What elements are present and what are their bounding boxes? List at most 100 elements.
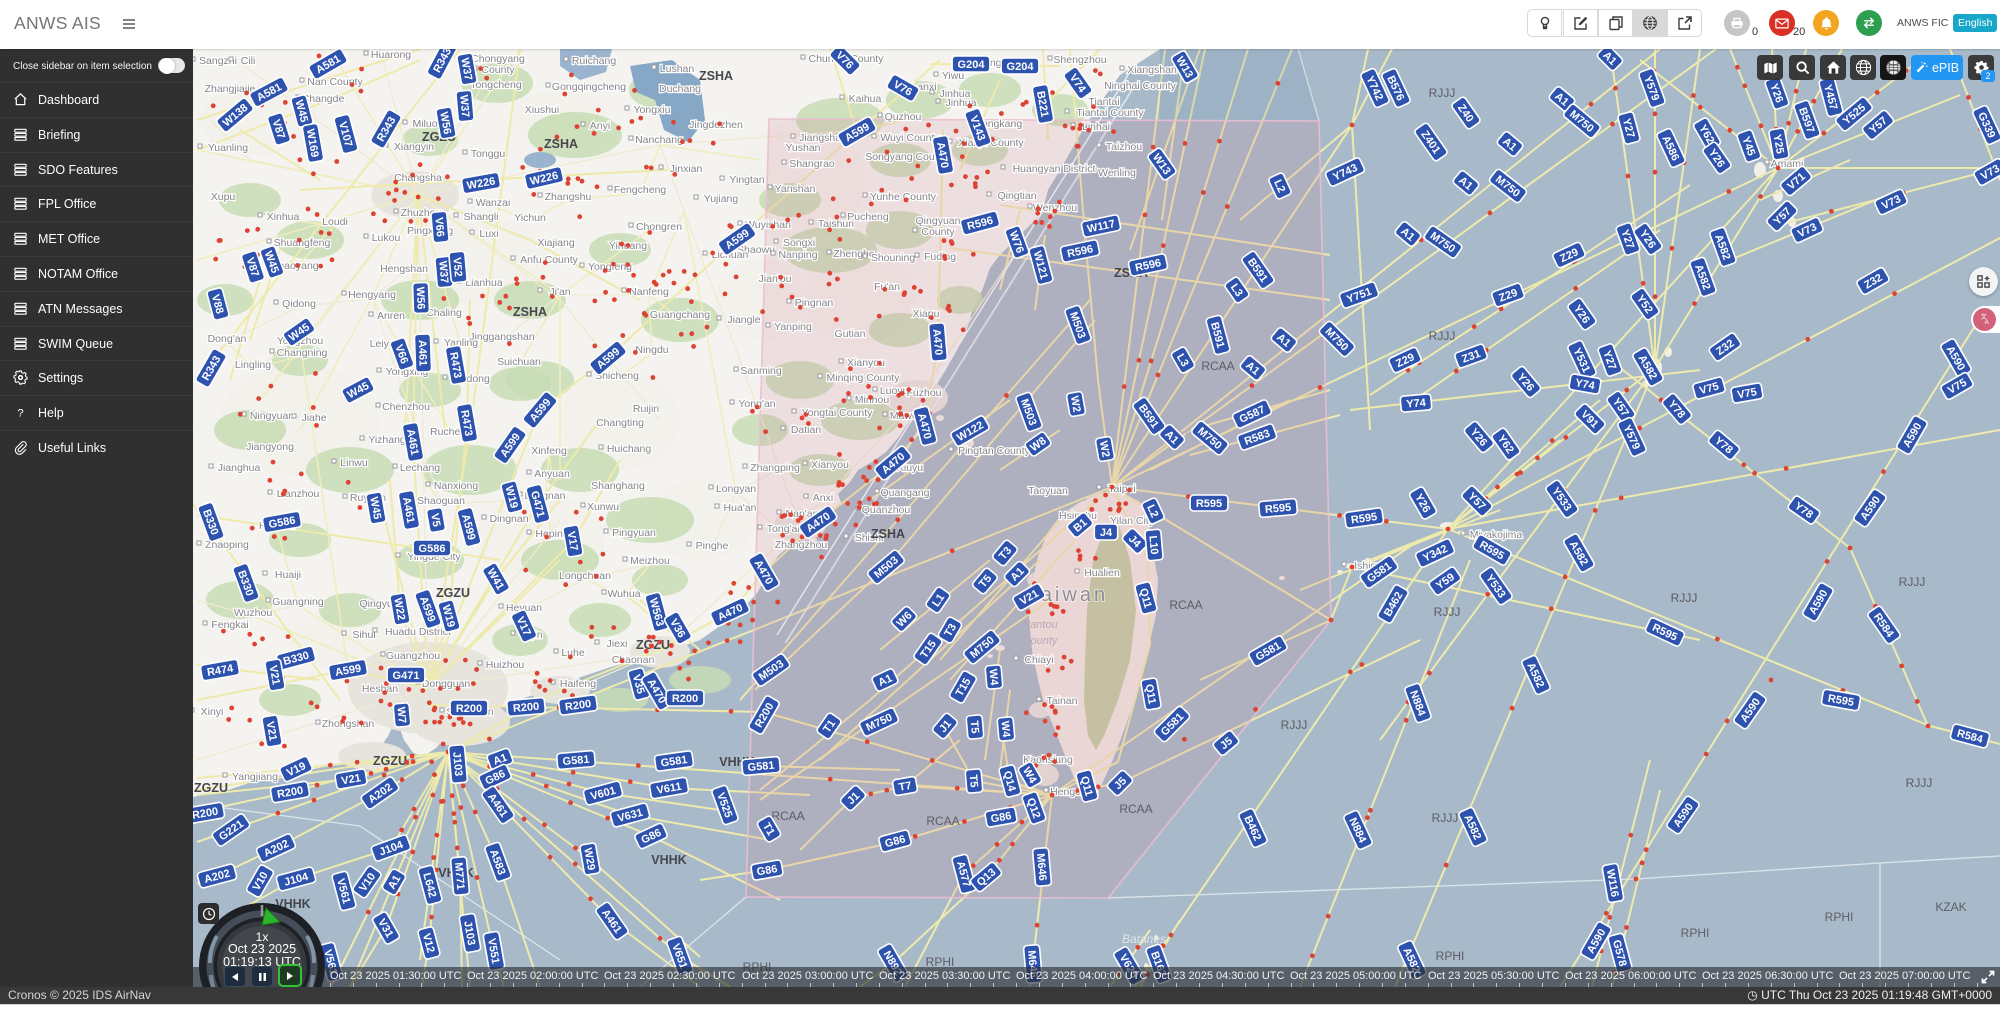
svg-text:Gutian: Gutian (835, 328, 866, 340)
svg-text:ZSHA: ZSHA (544, 137, 578, 151)
svg-text:Hua'an: Hua'an (724, 502, 757, 514)
svg-text:Fuzhou: Fuzhou (906, 387, 941, 399)
svg-text:Dongguan: Dongguan (422, 678, 471, 690)
svg-text:Heshan: Heshan (362, 683, 398, 695)
svg-text:Fengkai: Fengkai (211, 619, 248, 631)
svg-text:Wenling: Wenling (1098, 167, 1136, 179)
svg-text:Yongfeng: Yongfeng (588, 261, 632, 273)
svg-text:Linwu: Linwu (340, 457, 368, 469)
svg-text:Yuanling: Yuanling (208, 142, 248, 154)
svg-text:J103: J103 (450, 751, 464, 776)
svg-text:Xinhua: Xinhua (267, 211, 300, 223)
svg-text:Wuzhou: Wuzhou (234, 607, 272, 619)
svg-text:Cili: Cili (241, 55, 256, 67)
svg-text:Huizhou: Huizhou (486, 659, 525, 671)
svg-text:Tonggu: Tonggu (471, 148, 506, 160)
svg-text:Chenzhou: Chenzhou (382, 401, 430, 413)
svg-text:G204: G204 (1007, 61, 1035, 73)
svg-text:Shengzhou: Shengzhou (1053, 54, 1106, 66)
svg-text:Yanping: Yanping (774, 321, 812, 333)
svg-text:Jinhua: Jinhua (940, 88, 971, 100)
svg-text:Anyi: Anyi (590, 120, 610, 132)
svg-text:Chiayi: Chiayi (1024, 654, 1053, 666)
svg-text:A461: A461 (416, 340, 429, 367)
svg-text:T5: T5 (967, 774, 980, 788)
svg-text:M771: M771 (452, 862, 466, 890)
svg-text:Taoyuan: Taoyuan (1028, 485, 1068, 497)
svg-text:Zhenghe: Zhenghe (833, 248, 875, 260)
svg-text:Jianghua: Jianghua (218, 462, 261, 474)
svg-text:Jiangyong: Jiangyong (246, 441, 294, 453)
svg-text:Zhangping: Zhangping (750, 462, 800, 474)
svg-text:Longyan: Longyan (716, 483, 756, 495)
svg-text:Taishun: Taishun (818, 218, 854, 230)
svg-text:Ningyuan: Ningyuan (250, 410, 295, 422)
svg-text:Guangchang: Guangchang (650, 309, 710, 321)
svg-text:Pingtan County: Pingtan County (958, 445, 1031, 457)
svg-text:G586: G586 (419, 543, 446, 555)
svg-text:W37: W37 (457, 94, 471, 118)
svg-text:Haifeng: Haifeng (560, 678, 596, 690)
svg-text:Datian: Datian (791, 424, 822, 436)
svg-text:Yunhe County: Yunhe County (870, 191, 937, 203)
svg-text:Xianyou: Xianyou (811, 459, 849, 471)
svg-text:RPHI: RPHI (1681, 926, 1710, 940)
svg-text:Xiajiang: Xiajiang (537, 237, 575, 249)
svg-text:Miluo: Miluo (412, 118, 437, 130)
svg-text:Tong'an: Tong'an (767, 523, 804, 535)
svg-text:Sanming: Sanming (740, 365, 782, 377)
svg-text:Lushan: Lushan (660, 63, 695, 75)
svg-text:W56: W56 (414, 287, 427, 310)
svg-text:Yongxiu: Yongxiu (634, 104, 671, 116)
svg-text:A470: A470 (930, 328, 944, 355)
svg-text:Tiantai County: Tiantai County (1076, 107, 1144, 119)
svg-text:RJJJ: RJJJ (1281, 718, 1308, 732)
svg-text:Changning: Changning (277, 347, 328, 359)
svg-text:Chongren: Chongren (636, 221, 682, 233)
svg-text:Fengcheng: Fengcheng (614, 184, 667, 196)
svg-text:RCAA: RCAA (771, 809, 804, 823)
svg-text:Wuyi County: Wuyi County (880, 132, 940, 144)
svg-text:Yangjiang: Yangjiang (232, 771, 278, 783)
svg-text:R595: R595 (1196, 498, 1222, 510)
svg-text:V52: V52 (450, 257, 464, 278)
svg-text:T5: T5 (968, 720, 981, 734)
svg-text:RJJJ: RJJJ (1671, 591, 1698, 605)
svg-text:Jinggangshan: Jinggangshan (469, 331, 535, 343)
svg-text:ZSHA: ZSHA (513, 305, 547, 319)
svg-text:Shouning: Shouning (871, 252, 916, 264)
svg-text:Ninghai County: Ninghai County (1104, 80, 1177, 92)
svg-text:Chaonan: Chaonan (612, 654, 655, 666)
svg-text:R200: R200 (456, 703, 482, 715)
svg-text:Taizhou: Taizhou (1106, 141, 1142, 153)
svg-text:R200: R200 (672, 693, 698, 705)
svg-text:ZGZU: ZGZU (373, 754, 407, 768)
svg-text:Shangrao: Shangrao (789, 158, 835, 170)
svg-text:R200: R200 (512, 701, 539, 715)
svg-text:Wanzai: Wanzai (476, 197, 511, 209)
svg-text:Shaoguan: Shaoguan (417, 495, 465, 507)
svg-text:KZAK: KZAK (1935, 900, 1966, 914)
svg-text:Jiangle: Jiangle (727, 314, 760, 326)
svg-text:Yichun: Yichun (514, 212, 546, 224)
svg-text:Quangang: Quangang (880, 487, 929, 499)
svg-text:Anfu County: Anfu County (520, 254, 579, 266)
svg-text:Fu'an: Fu'an (874, 281, 900, 293)
svg-text:?: ? (17, 407, 23, 419)
svg-text:Xinfeng: Xinfeng (531, 445, 567, 457)
svg-text:Quanzhou: Quanzhou (862, 504, 911, 516)
svg-text:Luhe: Luhe (561, 647, 585, 659)
svg-text:RCAA: RCAA (1119, 802, 1152, 816)
svg-text:ZGZU: ZGZU (194, 781, 228, 795)
svg-text:Loudi: Loudi (322, 216, 348, 228)
svg-text:Suichuan: Suichuan (497, 356, 541, 368)
svg-text:Kaihua: Kaihua (849, 93, 882, 105)
svg-text:V5: V5 (428, 512, 442, 527)
svg-text:Ruijin: Ruijin (633, 403, 659, 415)
svg-text:County: County (1023, 635, 1059, 647)
svg-text:Yujiang: Yujiang (704, 193, 739, 205)
svg-text:Hengyang: Hengyang (348, 289, 396, 301)
svg-text:Duchang: Duchang (659, 83, 701, 95)
svg-text:Sihui: Sihui (352, 629, 375, 641)
svg-text:Lingling: Lingling (235, 359, 271, 371)
